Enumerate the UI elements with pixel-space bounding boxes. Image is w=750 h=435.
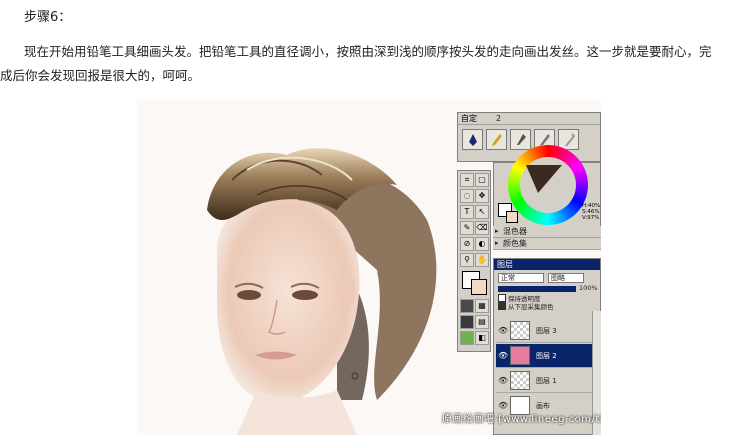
layer-row[interactable]: 👁 图层 3 [496,319,592,343]
collapsed-panels: 混色器 颜色集 [493,226,601,250]
watermark: 原画绘画吧 [www.lineeg.com/tieba/1797] [442,414,601,425]
layer-thumbnail [510,346,530,365]
layer-mode-select[interactable]: 图略 [548,273,584,283]
eye-icon[interactable]: 👁 [498,351,508,360]
layers-panel-title: 图层 [494,259,600,270]
texture-icon[interactable] [460,315,474,329]
sample-lower-label: 从下层采集颜色 [508,303,554,311]
opacity-slider[interactable] [498,286,576,292]
layer-name: 图层 3 [536,327,557,335]
wheel-sub-swatch[interactable] [506,211,518,223]
pattern-icon[interactable]: ▦ [475,299,489,313]
layer-thumbnail [510,371,530,390]
brush-preset-1[interactable] [462,129,483,150]
eyedropper-tool-icon[interactable]: ⊘ [460,237,474,251]
mixer-panel-header[interactable]: 混色器 [493,226,601,238]
saturation-triangle[interactable] [524,163,564,195]
paragraph-line-2: 成后你会发现回报是很大的，呵呵。 [0,68,201,83]
color-wheel-panel: H:40% S:46% V:97% [493,145,601,230]
layer-row[interactable]: 👁 图层 1 [496,369,592,393]
sample-lower-checkbox[interactable]: 从下层采集颜色 [498,302,554,311]
select-tool-icon[interactable]: ▢ [475,173,489,187]
move-tool-icon[interactable]: ✥ [475,189,489,203]
brush-index: 2 [496,114,502,123]
green-swatch-icon[interactable] [460,331,474,345]
hsv-readout: H:40% S:46% V:97% [582,203,600,221]
brush-preset-3[interactable] [510,129,531,150]
hand-tool-icon[interactable]: ✋ [475,253,489,267]
palette-icon[interactable]: ◧ [475,331,489,345]
layers-panel: 图层 正常 图略 100% 保持透明度 从下层采集颜色 👁 图层 3 👁 图层 … [493,258,601,435]
lasso-tool-icon[interactable]: ◌ [460,189,474,203]
pointer-tool-icon[interactable]: ↖ [475,205,489,219]
color-set-panel-header[interactable]: 颜色集 [493,238,601,250]
eye-icon[interactable]: 👁 [498,376,508,385]
text-tool-icon[interactable]: T [460,205,474,219]
layer-thumbnail [510,321,530,340]
sub-color-swatch[interactable] [471,279,487,295]
paragraph-line-1: 现在开始用铅笔工具细画头发。把铅笔工具的直径调小，按照由深到浅的顺序按头发的走向… [24,44,712,59]
layer-name: 图层 1 [536,377,557,385]
value-value: V:97% [582,215,600,221]
layer-row-active[interactable]: 👁 图层 2 [496,344,592,368]
eraser-tool-icon[interactable]: ⌫ [475,221,489,235]
step-title: 步骤6： [24,10,72,25]
eye-icon[interactable]: 👁 [498,401,508,410]
pencil-preset[interactable] [486,129,507,150]
fill-tool-icon[interactable]: ◐ [475,237,489,251]
blend-mode-select[interactable]: 正常 [498,273,544,283]
eye-icon[interactable]: 👁 [498,326,508,335]
zoom-tool-icon[interactable]: ⚲ [460,253,474,267]
crop-tool-icon[interactable]: ⌗ [460,173,474,187]
toolbox: ⌗ ▢ ◌ ✥ T ↖ ✎ ⌫ ⊘ ◐ ⚲ ✋ ▦ ▤ ◧ [457,170,491,352]
pencil-tool-icon[interactable]: ✎ [460,221,474,235]
opacity-value: 100% [579,284,598,292]
tutorial-screenshot: 自定 2 ⌗ ▢ ◌ ✥ T ↖ ✎ ⌫ ⊘ ◐ ⚲ ✋ ▦ ▤ ◧ H:40%… [137,100,601,435]
layer-name: 图层 2 [536,352,557,360]
brush-panel-title: 自定 [458,113,600,125]
grid-icon[interactable]: ▤ [475,315,489,329]
paper-texture-icon[interactable] [460,299,474,313]
